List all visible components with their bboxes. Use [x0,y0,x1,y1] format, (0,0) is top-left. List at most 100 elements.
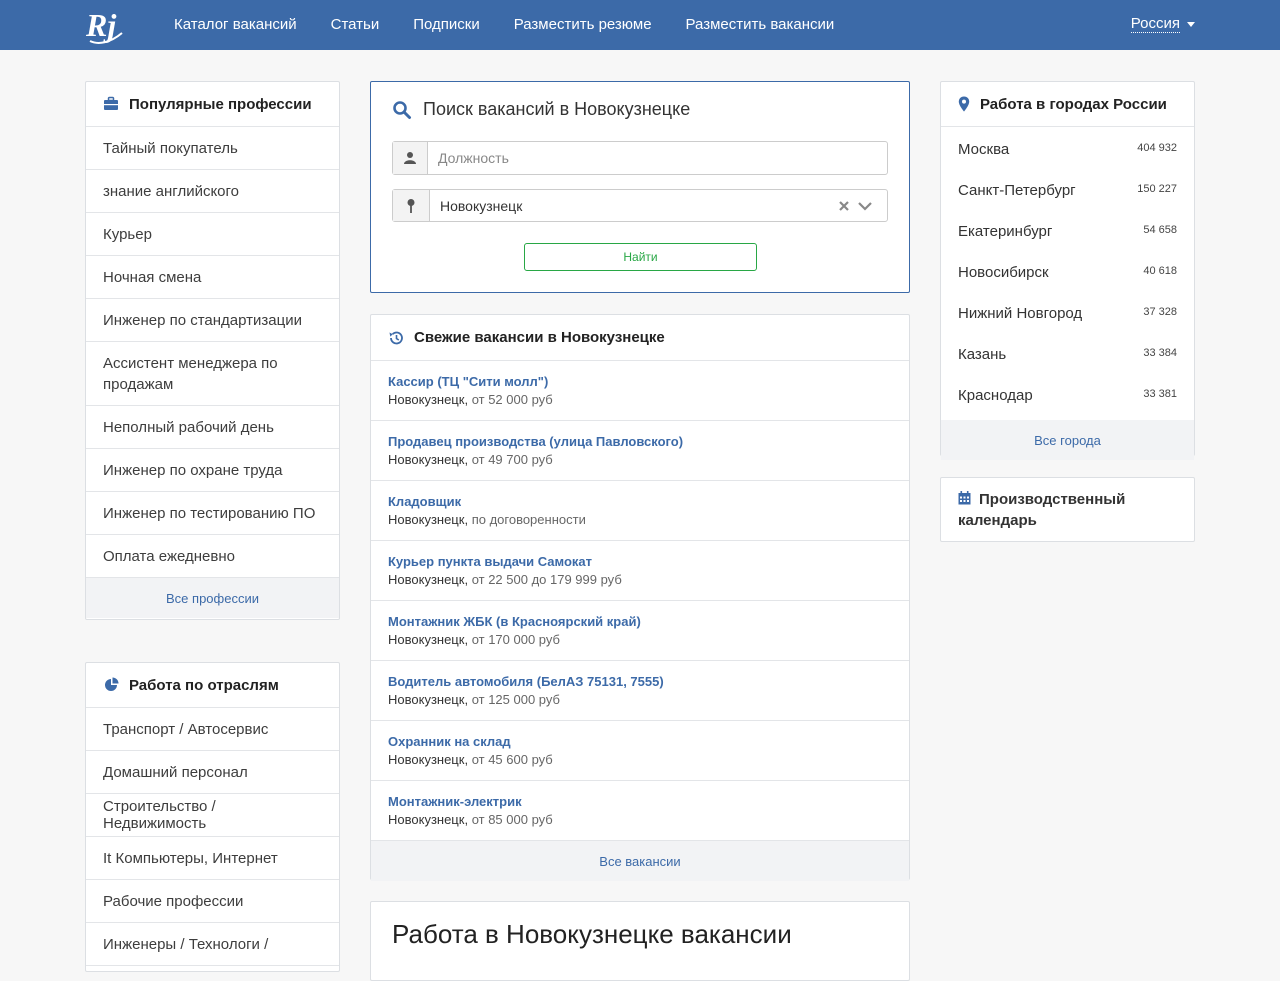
industry-item[interactable]: Строительство / Недвижимость [86,794,339,837]
card-header: Производственный календарь [958,489,1178,531]
clear-icon[interactable] [838,200,850,212]
profession-item[interactable]: Инженер по стандартизации [86,299,339,342]
vacancy-city: Новокузнецк, [388,572,469,587]
vacancy-salary: от 22 500 до 179 999 руб [471,572,622,587]
profession-item[interactable]: Тайный покупатель [86,127,339,170]
city-name[interactable]: Екатеринбург [958,223,1052,240]
nav-link-subscriptions[interactable]: Подписки [396,0,497,50]
city-name[interactable]: Краснодар [958,387,1033,404]
profession-item[interactable]: знание английского [86,170,339,213]
vacancy-item[interactable]: Кладовщик Новокузнецк, по договоренности [371,481,909,541]
vacancy-title[interactable]: Кассир (ТЦ "Сити молл") [388,373,892,390]
vacancy-item[interactable]: Монтажник-электрик Новокузнецк, от 85 00… [371,781,909,841]
vacancy-title[interactable]: Кладовщик [388,493,892,510]
industry-item[interactable]: Транспорт / Автосервис [86,708,339,751]
city-item[interactable]: Новосибирск 40 618 [941,252,1194,293]
chevron-down-icon[interactable] [857,200,873,212]
vacancy-title[interactable]: Продавец производства (улица Павловского… [388,433,892,450]
profession-item[interactable]: Инженер по тестированию ПО [86,492,339,535]
city-count: 37 328 [1143,306,1177,318]
user-icon [393,142,428,174]
top-navbar: Rj Каталог вакансий Статьи Подписки Разм… [0,0,1280,50]
work-info-card: Работа в Новокузнецке вакансии [370,901,910,981]
all-professions-link[interactable]: Все профессии [86,578,339,618]
city-count: 33 384 [1143,347,1177,359]
vacancy-search-form: Поиск вакансий в Новокузнецке Должность … [370,81,910,293]
production-calendar-card[interactable]: Производственный календарь [940,477,1195,542]
industry-item[interactable]: It Компьютеры, Интернет [86,837,339,880]
search-icon [393,100,411,119]
pin-icon [393,190,430,221]
vacancy-salary: от 52 000 руб [471,392,553,407]
nav-link-articles[interactable]: Статьи [314,0,397,50]
city-name[interactable]: Нижний Новгород [958,305,1082,322]
vacancy-item[interactable]: Монтажник ЖБК (в Красноярский край) Ново… [371,601,909,661]
profession-item[interactable]: Инженер по охране труда [86,449,339,492]
all-vacancies-link[interactable]: Все вакансии [371,841,909,881]
vacancy-city: Новокузнецк, [388,512,469,527]
briefcase-icon [104,96,118,110]
vacancy-salary: от 49 700 руб [471,452,553,467]
city-name[interactable]: Москва [958,141,1009,158]
vacancy-city: Новокузнецк, [388,692,469,707]
vacancy-city: Новокузнецк, [388,812,469,827]
region-label: Россия [1130,15,1180,33]
city-item[interactable]: Краснодар 33 381 [941,375,1194,416]
city-item[interactable]: Москва 404 932 [941,129,1194,170]
city-name[interactable]: Санкт-Петербург [958,182,1076,199]
vacancy-item[interactable]: Продавец производства (улица Павловского… [371,421,909,481]
profession-item[interactable]: Ассистент менеджера по продажам [86,342,339,406]
profession-item[interactable]: Оплата ежедневно [86,535,339,578]
vacancy-item[interactable]: Кассир (ТЦ "Сити молл") Новокузнецк, от … [371,361,909,421]
position-field[interactable]: Должность [392,141,888,175]
vacancy-title[interactable]: Монтажник-электрик [388,793,892,810]
vacancy-city: Новокузнецк, [388,752,469,767]
fresh-vacancies-card: Свежие вакансии в Новокузнецке Кассир (Т… [370,314,910,881]
city-item[interactable]: Екатеринбург 54 658 [941,211,1194,252]
city-select[interactable]: Новокузнецк [392,189,888,222]
vacancy-salary: от 125 000 руб [471,692,560,707]
vacancy-title[interactable]: Охранник на склад [388,733,892,750]
industry-item[interactable]: Домашний персонал [86,751,339,794]
region-dropdown[interactable]: Россия [1130,15,1195,33]
map-marker-icon [958,96,970,112]
vacancy-title[interactable]: Монтажник ЖБК (в Красноярский край) [388,613,892,630]
vacancy-item[interactable]: Курьер пункта выдачи Самокат Новокузнецк… [371,541,909,601]
vacancy-title[interactable]: Водитель автомобиля (БелАЗ 75131, 7555) [388,673,892,690]
vacancy-salary: по договоренности [471,512,586,527]
vacancy-city: Новокузнецк, [388,392,469,407]
svg-text:Rj: Rj [85,7,116,43]
history-icon [389,331,403,344]
city-count: 40 618 [1143,265,1177,277]
site-logo[interactable]: Rj [84,3,128,47]
card-title: Популярные профессии [129,95,312,113]
vacancy-item[interactable]: Охранник на склад Новокузнецк, от 45 600… [371,721,909,781]
vacancy-title[interactable]: Курьер пункта выдачи Самокат [388,553,892,570]
nav-link-catalog[interactable]: Каталог вакансий [157,0,314,50]
city-count: 150 227 [1137,183,1177,195]
find-button[interactable]: Найти [524,243,757,271]
city-item[interactable]: Казань 33 384 [941,334,1194,375]
vacancy-item[interactable]: Водитель автомобиля (БелАЗ 75131, 7555) … [371,661,909,721]
position-input[interactable]: Должность [438,150,509,166]
card-title: Работа в городах России [980,95,1167,113]
profession-item[interactable]: Курьер [86,213,339,256]
city-name[interactable]: Казань [958,346,1006,363]
pie-chart-icon [105,677,119,691]
city-name[interactable]: Новосибирск [958,264,1049,281]
card-header: Свежие вакансии в Новокузнецке [371,315,909,361]
all-cities-link[interactable]: Все города [941,420,1194,460]
card-header: Работа по отраслям [86,663,339,708]
nav-link-post-vacancy[interactable]: Разместить вакансии [669,0,852,50]
cities-card: Работа в городах России Москва 404 932 Са… [940,81,1195,460]
city-item[interactable]: Нижний Новгород 37 328 [941,293,1194,334]
profession-item[interactable]: Неполный рабочий день [86,406,339,449]
vacancy-salary: от 170 000 руб [471,632,560,647]
nav-link-post-resume[interactable]: Разместить резюме [497,0,669,50]
profession-item[interactable]: Ночная смена [86,256,339,299]
industry-item[interactable]: Рабочие профессии [86,880,339,923]
city-select-value: Новокузнецк [440,197,523,214]
industries-card: Работа по отраслям Транспорт / Автосерви… [85,662,340,972]
card-title[interactable]: Производственный календарь [958,491,1125,529]
city-item[interactable]: Санкт-Петербург 150 227 [941,170,1194,211]
